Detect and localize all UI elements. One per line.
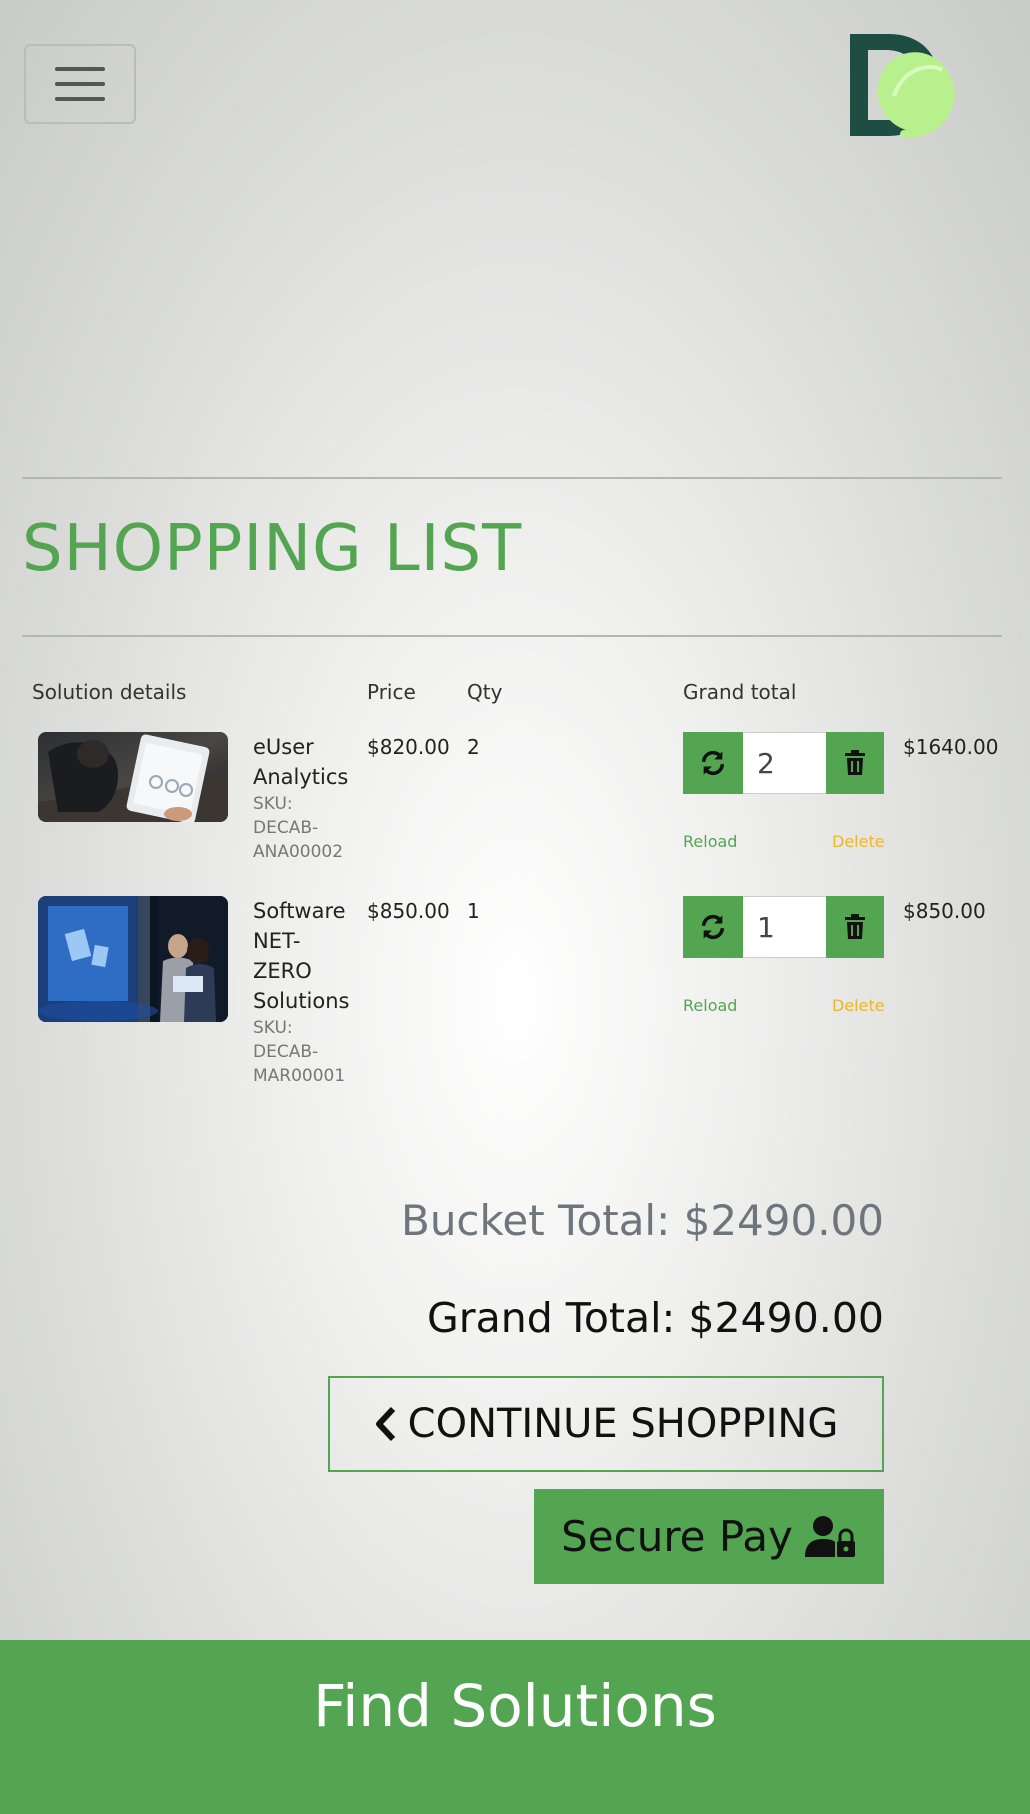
product-name[interactable]: Software NET- ZERO Solutions xyxy=(253,896,350,1016)
delete-item-button[interactable] xyxy=(826,732,884,794)
row-total: $850.00 xyxy=(903,899,986,923)
quantity-stepper xyxy=(683,732,884,794)
product-qty: 1 xyxy=(467,899,480,923)
chevron-left-icon xyxy=(375,1406,395,1442)
header-price: Price xyxy=(367,680,416,704)
reload-quantity-button[interactable] xyxy=(683,896,743,958)
refresh-icon xyxy=(701,914,725,940)
header-grand-total: Grand total xyxy=(683,680,797,704)
product-name[interactable]: eUser Analytics xyxy=(253,732,348,792)
hamburger-icon-bar xyxy=(55,82,105,86)
delete-link[interactable]: Delete xyxy=(832,832,885,851)
reload-link[interactable]: Reload xyxy=(683,832,737,851)
quantity-input[interactable] xyxy=(743,732,826,794)
product-sku: SKU: DECAB- ANA00002 xyxy=(253,794,344,862)
find-solutions-bar[interactable]: Find Solutions xyxy=(0,1640,1030,1814)
continue-shopping-button[interactable]: CONTINUE SHOPPING xyxy=(328,1376,884,1472)
product-qty: 2 xyxy=(467,735,480,759)
product-price: $850.00 xyxy=(367,899,450,923)
quantity-stepper xyxy=(683,896,884,958)
user-lock-icon xyxy=(804,1515,855,1557)
page-title: SHOPPING LIST xyxy=(22,512,523,586)
delete-link[interactable]: Delete xyxy=(832,996,885,1015)
menu-button[interactable] xyxy=(24,44,136,124)
secure-pay-label: Secure Pay xyxy=(561,1512,793,1561)
product-thumbnail[interactable] xyxy=(38,732,228,822)
row-total: $1640.00 xyxy=(903,735,999,759)
divider xyxy=(22,635,1002,637)
logo-icon[interactable] xyxy=(848,30,968,142)
hamburger-icon-bar xyxy=(55,97,105,101)
product-price: $820.00 xyxy=(367,735,450,759)
trash-icon xyxy=(845,914,865,939)
product-sku: SKU: DECAB- MAR00001 xyxy=(253,1018,346,1086)
bucket-total: Bucket Total: $2490.00 xyxy=(401,1196,884,1245)
quantity-input[interactable] xyxy=(743,896,826,958)
hamburger-icon-bar xyxy=(55,67,105,71)
find-solutions-label: Find Solutions xyxy=(313,1672,717,1740)
divider xyxy=(22,477,1002,479)
trash-icon xyxy=(845,750,865,775)
header-qty: Qty xyxy=(467,680,503,704)
header-solution-details: Solution details xyxy=(32,680,187,704)
refresh-icon xyxy=(701,750,725,776)
grand-total: Grand Total: $2490.00 xyxy=(426,1294,884,1342)
secure-pay-button[interactable]: Secure Pay xyxy=(534,1489,884,1584)
product-thumbnail[interactable] xyxy=(38,896,228,1022)
reload-quantity-button[interactable] xyxy=(683,732,743,794)
delete-item-button[interactable] xyxy=(826,896,884,958)
reload-link[interactable]: Reload xyxy=(683,996,737,1015)
continue-shopping-label: CONTINUE SHOPPING xyxy=(407,1401,839,1447)
